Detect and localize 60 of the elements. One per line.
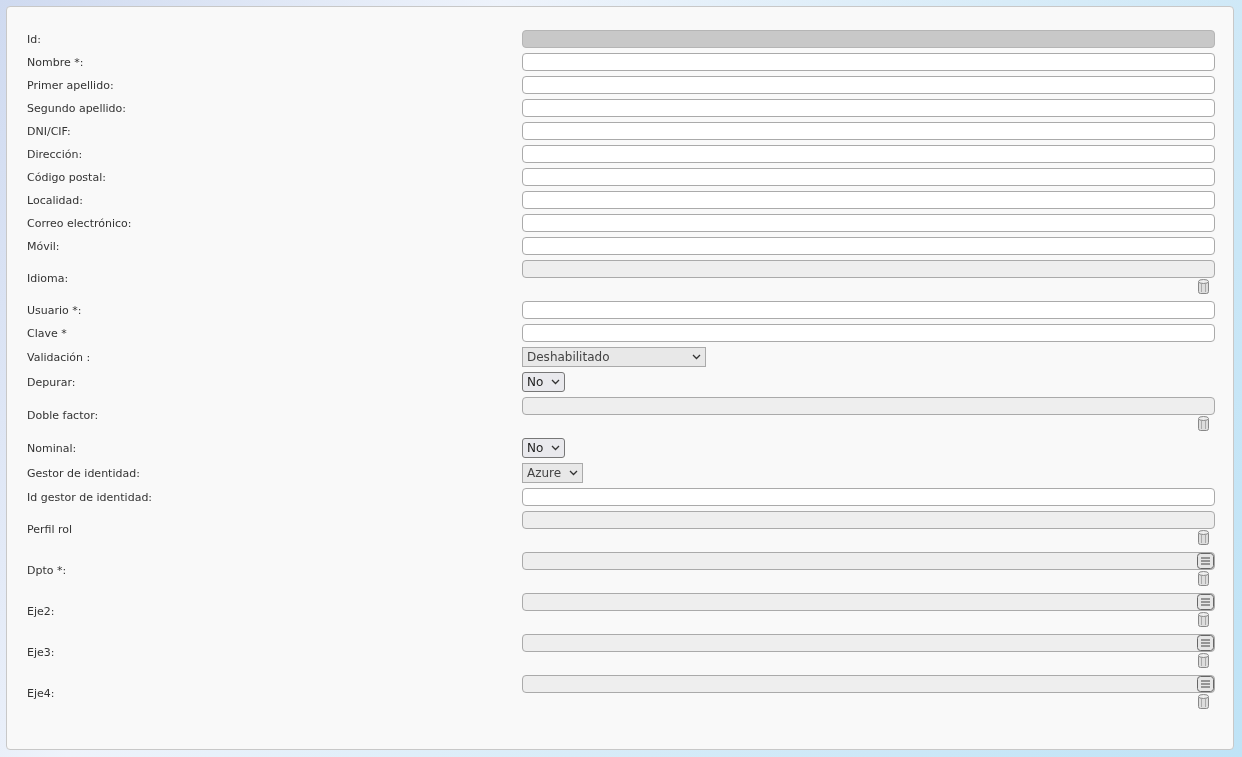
field-label: Nominal: — [27, 441, 78, 455]
caret-icon — [569, 470, 579, 476]
trash-icon[interactable] — [1198, 530, 1209, 545]
lookup-field[interactable] — [522, 552, 1215, 570]
field-label: Segundo apellido: — [27, 101, 127, 115]
field-label: Doble factor: — [27, 408, 100, 422]
field-label: Validación : — [27, 350, 92, 364]
field-label: Perfil rol — [27, 522, 74, 536]
trash-icon[interactable] — [1198, 612, 1209, 627]
lookup-field[interactable] — [522, 397, 1215, 415]
field-label: Código postal: — [27, 170, 107, 184]
dropdown[interactable]: No — [522, 438, 566, 458]
input-field[interactable] — [522, 99, 1215, 117]
field-label: Usuario *: — [27, 303, 83, 317]
input-field[interactable] — [522, 122, 1215, 140]
field-label: Dirección: — [27, 147, 84, 161]
caret-icon — [692, 354, 701, 360]
field-label: Eje4: — [27, 686, 56, 700]
field-label: Localidad: — [27, 193, 84, 207]
input-field[interactable] — [522, 168, 1215, 186]
field-label: Primer apellido: — [27, 78, 115, 92]
lookup-field[interactable] — [522, 511, 1215, 529]
input-field[interactable] — [522, 191, 1215, 209]
field-label: Nombre *: — [27, 55, 85, 69]
trash-icon[interactable] — [1198, 694, 1209, 709]
input-field[interactable] — [522, 76, 1215, 94]
field-label: Gestor de identidad: — [27, 466, 141, 480]
input-field[interactable] — [522, 488, 1215, 506]
field-label: Dpto *: — [27, 563, 68, 577]
trash-icon[interactable] — [1198, 571, 1209, 586]
field-label: Clave * — [27, 326, 68, 340]
input-field[interactable] — [522, 145, 1215, 163]
field-label: Correo electrónico: — [27, 216, 133, 230]
list-icon[interactable] — [1197, 594, 1214, 610]
field-label: Eje2: — [27, 604, 56, 618]
lookup-field[interactable] — [522, 260, 1215, 278]
trash-icon[interactable] — [1198, 416, 1209, 431]
caret-icon — [551, 379, 561, 385]
input-field[interactable] — [522, 53, 1215, 71]
dropdown[interactable]: No — [522, 372, 566, 392]
caret-icon — [551, 445, 561, 451]
input-field[interactable] — [522, 214, 1215, 232]
input-field[interactable] — [522, 301, 1215, 319]
input-field[interactable] — [522, 324, 1215, 342]
field-label: Eje3: — [27, 645, 56, 659]
field-label: Idioma: — [27, 271, 70, 285]
field-label: Depurar: — [27, 375, 77, 389]
input-field[interactable] — [522, 237, 1215, 255]
lookup-field[interactable] — [522, 634, 1215, 652]
field-label: DNI/CIF: — [27, 124, 72, 138]
field-label: Id: — [27, 32, 42, 46]
field-label: Id gestor de identidad: — [27, 490, 154, 504]
lookup-field[interactable] — [522, 593, 1215, 611]
field-label: Móvil: — [27, 239, 61, 253]
trash-icon[interactable] — [1198, 279, 1209, 294]
list-icon[interactable] — [1197, 676, 1214, 692]
list-icon[interactable] — [1197, 635, 1214, 651]
list-icon[interactable] — [1197, 553, 1214, 569]
lookup-field[interactable] — [522, 675, 1215, 693]
trash-icon[interactable] — [1198, 653, 1209, 668]
